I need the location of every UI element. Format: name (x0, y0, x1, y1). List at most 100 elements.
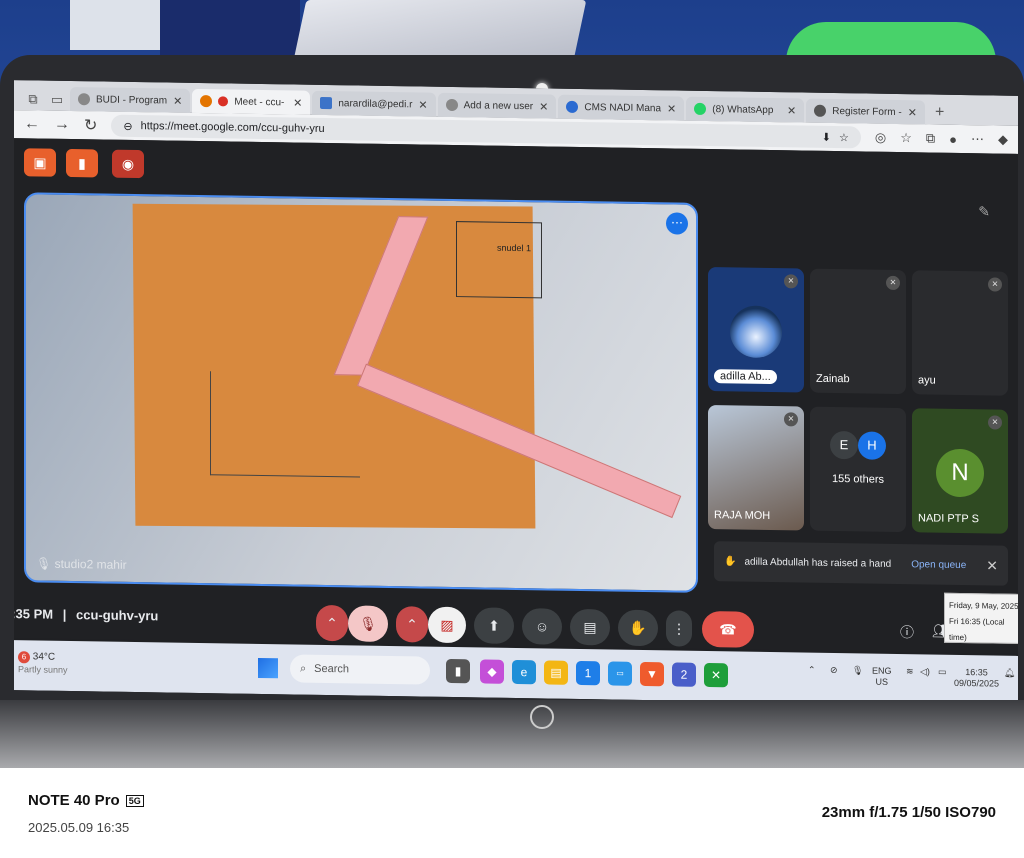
speaker-label: studio2 mahir (54, 556, 127, 572)
extension-icon[interactable]: ◎ (875, 130, 886, 146)
volume-icon[interactable]: ◁) (920, 666, 930, 677)
tab-close-icon[interactable]: ✕ (539, 100, 548, 113)
bookmark-star-icon[interactable]: ☆ (839, 131, 849, 144)
date-tooltip: Friday, 9 May, 2025 Fri 16:35 (Local tim… (944, 592, 1018, 645)
reload-icon[interactable]: ↻ (84, 115, 97, 135)
edge-icon[interactable]: e (512, 659, 536, 685)
more-menu-icon[interactable]: ⋯ (971, 131, 984, 147)
browser-tab-3[interactable]: narardila@pedi.r ✕ (312, 90, 436, 117)
emoji-icon: ☺ (534, 618, 550, 635)
present-button[interactable]: ⬆ (474, 607, 514, 644)
browser-tab-7[interactable]: Register Form - ✕ (806, 98, 925, 125)
activities-button[interactable]: ▣ (24, 148, 56, 177)
tab-label: (8) WhatsApp (712, 103, 774, 116)
mic-muted-icon: ✕ (988, 277, 1002, 292)
participant-tile[interactable]: ✕ ayu (912, 270, 1008, 396)
drawn-corner-line (210, 371, 360, 478)
site-info-icon[interactable]: ⊖ (123, 119, 132, 132)
camera-off-tray-icon[interactable]: ⊘ (830, 665, 838, 676)
mic-toggle-button[interactable]: 🎙︎ (348, 605, 388, 642)
lang-bottom: US (875, 676, 889, 687)
profile-icon[interactable]: ● (949, 131, 957, 146)
info-icon[interactable]: ⓘ (900, 622, 914, 642)
participant-tile[interactable]: ✕ N NADI PTP S (912, 408, 1008, 534)
participant-tile[interactable]: ✕ RAJA MOH (708, 405, 804, 531)
browser-tab-6[interactable]: (8) WhatsApp ✕ (686, 96, 805, 123)
participant-name: ayu (918, 374, 936, 387)
app-icon[interactable]: ▭ (608, 661, 632, 686)
tab-actions-icon[interactable]: ▭ (46, 89, 68, 111)
participant-name: 155 others (832, 472, 884, 486)
collections-icon[interactable]: ⧉ (926, 130, 935, 146)
paper-stack (293, 0, 587, 60)
mic-muted-icon: ✕ (784, 412, 798, 427)
copilot-icon[interactable]: ◆ (998, 132, 1008, 148)
browser-tab-5[interactable]: CMS NADI Mana ✕ (558, 94, 685, 121)
favorites-icon[interactable]: ☆ (900, 130, 912, 146)
mic-tray-icon[interactable]: 🎙︎ (852, 665, 863, 676)
audio-options-button[interactable]: ⌃ (316, 604, 348, 642)
open-queue-link[interactable]: Open queue (911, 559, 966, 571)
mic-off-icon: 🎙︎ (359, 615, 377, 632)
laptop-screen: ⧉ ▭ BUDI - Program ✕ Meet - ccu- ✕ narardi… (14, 80, 1018, 706)
search-icon: ⌕ (300, 662, 307, 675)
copilot-app-icon[interactable]: ◆ (480, 659, 504, 684)
tab-close-icon[interactable]: ✕ (908, 106, 917, 119)
time-label: 4:35 PM (14, 605, 54, 622)
breakout-button[interactable]: ▮ (66, 148, 98, 178)
tray-chevron-icon[interactable]: ⌃ (808, 665, 816, 676)
forward-arrow-icon[interactable]: → (54, 116, 70, 134)
pencil-icon[interactable]: ✎ (978, 203, 990, 220)
taskbar-clock[interactable]: 16:35 09/05/2025 (954, 667, 999, 690)
wifi-icon[interactable]: ≋ (906, 666, 914, 677)
others-tile[interactable]: E H 155 others (810, 406, 906, 533)
close-icon[interactable]: ✕ (986, 557, 998, 574)
browser-tab-2[interactable]: Meet - ccu- ✕ (192, 88, 311, 115)
teams-icon[interactable]: 2 (672, 662, 696, 687)
captions-icon: ▤ (583, 619, 597, 636)
brave-icon[interactable]: ▼ (640, 661, 664, 687)
more-options-button[interactable]: ⋮ (666, 610, 692, 647)
leave-call-button[interactable]: ☎ (702, 610, 754, 648)
workspaces-icon[interactable]: ⧉ (22, 88, 44, 110)
tab-close-icon[interactable]: ✕ (787, 104, 796, 117)
video-more-options-button[interactable]: ⋯ (666, 212, 688, 235)
chevron-up-icon: ⌃ (326, 615, 338, 632)
notification-bell-icon[interactable]: 🔔︎ (1004, 668, 1015, 679)
meeting-code: ccu-guhv-yru (76, 607, 159, 624)
task-view-icon[interactable]: ▮ (446, 658, 470, 684)
captions-button[interactable]: ▤ (570, 608, 610, 646)
taskbar-search[interactable]: ⌕ Search (290, 654, 430, 685)
main-video-tile[interactable]: snudel 1 ⋯ 🎙︎ studio2 mahir (24, 192, 698, 593)
raise-hand-button[interactable]: ✋ (618, 609, 658, 647)
tab-close-icon[interactable]: ✕ (667, 102, 676, 115)
tab-close-icon[interactable]: ✕ (293, 96, 302, 109)
recording-button[interactable]: ◉ (112, 149, 144, 179)
browser-tab-4[interactable]: Add a new user ✕ (437, 92, 557, 119)
weather-desc: Partly sunny (18, 664, 68, 675)
download-icon[interactable]: ⬇ (822, 130, 831, 143)
windows-start-icon[interactable] (258, 657, 278, 679)
battery-icon[interactable]: ▭ (938, 667, 947, 678)
tab-close-icon[interactable]: ✕ (418, 98, 427, 111)
back-arrow-icon[interactable]: ← (24, 115, 40, 133)
xbox-icon[interactable]: ✕ (704, 662, 728, 688)
new-tab-button[interactable]: + (927, 100, 952, 124)
reactions-button[interactable]: ☺ (522, 608, 562, 645)
handwritten-label: snudel 1 (497, 242, 532, 254)
language-indicator[interactable]: ENG US (872, 666, 892, 688)
tab-favicon-icon (814, 104, 827, 117)
hp-logo-icon (530, 705, 554, 729)
camera-toggle-button[interactable]: ▨ (428, 606, 466, 644)
browser-tab-1[interactable]: BUDI - Program ✕ (70, 86, 191, 113)
hang-up-icon: ☎ (719, 621, 737, 638)
file-explorer-icon[interactable]: ▤ (544, 660, 568, 685)
store-icon[interactable]: 1 (576, 660, 600, 686)
participant-tile[interactable]: ✕ adilla Ab... (708, 267, 804, 393)
raised-hand-toast: ✋ adilla Abdullah has raised a hand Open… (714, 541, 1008, 586)
wall-poster (160, 0, 300, 56)
video-options-button[interactable]: ⌃ (396, 606, 428, 643)
tab-close-icon[interactable]: ✕ (173, 94, 182, 107)
weather-widget[interactable]: 6 34°C Partly sunny (18, 650, 68, 677)
participant-tile[interactable]: ✕ Zainab (810, 268, 906, 395)
